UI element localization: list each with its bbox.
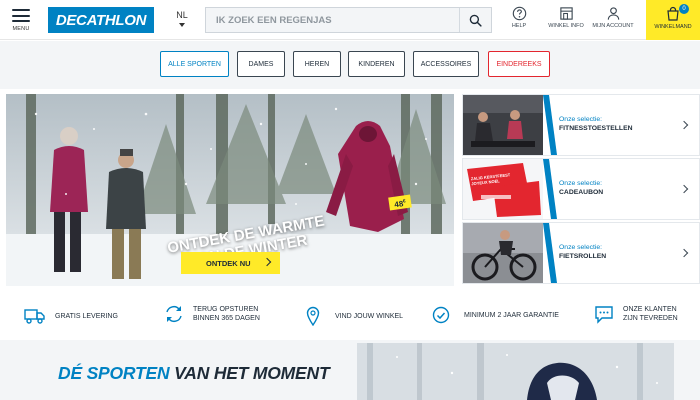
feature-text: VIND JOUW WINKEL (335, 312, 404, 320)
cart-count-badge: 0 (679, 4, 689, 14)
promo-bike-image (463, 223, 543, 283)
promo-subtitle: Onze selectie: (559, 180, 603, 187)
promo-title: FITNESSTOESTELLEN (559, 125, 633, 132)
search-icon (469, 14, 482, 27)
section-title-accent: DÉ SPORTEN (58, 363, 170, 383)
feature-text: GRATIS LEVERING (55, 312, 118, 320)
section-title: DÉ SPORTEN VAN HET MOMENT (58, 363, 330, 384)
promo-accent (543, 159, 557, 219)
decathlon-homepage: MENU DECATHLON NL HELP (0, 0, 700, 400)
feature-satisfied-customers[interactable]: ONZE KLANTEN ZIJN TEVREDEN (594, 304, 678, 324)
featured-sport-image[interactable] (357, 343, 674, 400)
category-women[interactable]: DAMES (237, 51, 285, 77)
feature-text: TERUG OPSTUREN BINNEN 365 DAGEN (193, 306, 260, 322)
language-code: NL (176, 10, 188, 20)
search-button[interactable] (459, 8, 491, 32)
promo-title: FIETSROLLEN (559, 253, 607, 260)
category-nav: ALLE SPORTEN DAMES HEREN KINDEREN ACCESS… (0, 41, 700, 89)
promo-giftcard-image: ZALIG KERSTFEEST JOYEUX NOËL (463, 159, 543, 219)
chat-bubble-icon (595, 306, 613, 324)
map-pin-icon (306, 306, 320, 326)
chevron-right-icon (679, 248, 689, 258)
cart-label: WINKELMAND (654, 24, 692, 30)
cart-button[interactable]: 0 WINKELMAND (646, 0, 700, 40)
search-bar (205, 7, 492, 33)
feature-free-delivery[interactable]: GRATIS LEVERING (24, 308, 118, 324)
language-selector[interactable]: NL (172, 10, 192, 27)
hero-cta-label: ONTDEK NU (206, 258, 251, 268)
help-link[interactable]: HELP (507, 6, 531, 29)
category-men[interactable]: HEREN (293, 51, 341, 77)
section-title-rest: VAN HET MOMENT (169, 363, 330, 383)
truck-icon (24, 309, 45, 324)
feature-warranty[interactable]: MINIMUM 2 JAAR GARANTIE (432, 306, 559, 324)
hamburger-icon (12, 9, 30, 22)
return-arrows-icon (166, 306, 182, 322)
chevron-right-icon (262, 257, 272, 267)
account-label: MIJN ACCOUNT (592, 23, 634, 29)
feature-returns[interactable]: TERUG OPSTUREN BINNEN 365 DAGEN (164, 304, 260, 324)
caret-down-icon (179, 23, 185, 27)
price-currency: € (402, 198, 407, 205)
category-clearance[interactable]: EINDEREEKS (488, 51, 550, 77)
chevron-right-icon (679, 120, 689, 130)
category-accessories[interactable]: ACCESSOIRES (413, 51, 479, 77)
hero-banner[interactable]: ONTDEK DE WARMTE VAN DE WINTER ONTDEK NU (6, 94, 454, 286)
promo-bike-trainers[interactable]: Onze selectie: FIETSROLLEN (462, 222, 700, 284)
store-info-label: WINKEL INFO (548, 23, 584, 29)
help-label: HELP (511, 23, 527, 29)
feature-text: MINIMUM 2 JAAR GARANTIE (464, 311, 559, 319)
service-features-bar: GRATIS LEVERING TERUG OPSTUREN BINNEN 36… (0, 292, 700, 340)
account-link[interactable]: MIJN ACCOUNT (590, 6, 636, 29)
promo-accent (543, 95, 557, 155)
user-icon (607, 7, 619, 20)
store-info-link[interactable]: WINKEL INFO (547, 6, 585, 29)
feature-text: ONZE KLANTEN ZIJN TEVREDEN (623, 306, 678, 322)
check-circle-icon (432, 306, 450, 324)
category-all-sports[interactable]: ALLE SPORTEN (160, 51, 229, 77)
menu-label: MENU (12, 26, 30, 32)
promo-gift-card[interactable]: ZALIG KERSTFEEST JOYEUX NOËL Onze select… (462, 158, 700, 220)
menu-button[interactable]: MENU (6, 5, 36, 35)
category-kids[interactable]: KINDEREN (348, 51, 405, 77)
hero-discover-button[interactable]: ONTDEK NU (181, 252, 280, 274)
promo-title: CADEAUBON (559, 189, 604, 196)
help-circle-icon (512, 6, 526, 21)
site-header: MENU DECATHLON NL HELP (0, 0, 700, 40)
search-input[interactable] (206, 8, 460, 32)
chevron-right-icon (679, 184, 689, 194)
promo-subtitle: Onze selectie: (559, 116, 603, 123)
promo-fitness-image (463, 95, 543, 155)
store-icon (559, 7, 573, 20)
decathlon-logo[interactable]: DECATHLON (48, 7, 154, 33)
promo-fitness[interactable]: Onze selectie: FITNESSTOESTELLEN (462, 94, 700, 156)
feature-store-locator[interactable]: VIND JOUW WINKEL (306, 306, 403, 326)
promo-accent (543, 223, 557, 283)
promo-subtitle: Onze selectie: (559, 244, 603, 251)
